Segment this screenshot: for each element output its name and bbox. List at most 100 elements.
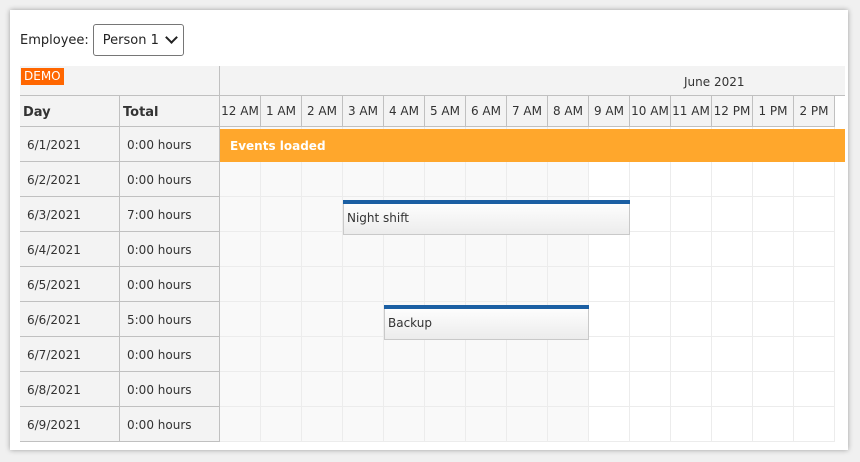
grid-cell[interactable] [302,302,343,337]
grid-cell[interactable] [343,267,384,302]
grid-cell[interactable] [712,232,753,267]
grid-cell[interactable] [712,162,753,197]
grid-cell[interactable] [261,302,302,337]
grid-cell[interactable] [671,337,712,372]
grid-cell[interactable] [507,162,548,197]
grid-cell[interactable] [466,232,507,267]
grid-cell[interactable] [671,232,712,267]
grid-cell[interactable] [343,407,384,442]
grid-cell[interactable] [794,407,835,442]
grid-cell[interactable] [671,372,712,407]
grid-cell[interactable] [753,407,794,442]
grid-cells[interactable] [220,127,845,450]
grid-cell[interactable] [589,337,630,372]
grid-cell[interactable] [343,162,384,197]
grid-cell[interactable] [630,197,671,232]
event-box[interactable]: Backup [384,305,589,340]
grid-cell[interactable] [261,337,302,372]
grid-cell[interactable] [220,337,261,372]
grid-cell[interactable] [466,337,507,372]
grid-cell[interactable] [302,232,343,267]
grid-cell[interactable] [343,337,384,372]
grid-cell[interactable] [753,372,794,407]
grid-cell[interactable] [589,232,630,267]
event-box[interactable]: Night shift [343,200,630,235]
grid-cell[interactable] [384,232,425,267]
grid-cell[interactable] [302,267,343,302]
grid-cell[interactable] [712,267,753,302]
grid-cell[interactable] [589,162,630,197]
grid-cell[interactable] [671,302,712,337]
grid-cell[interactable] [507,337,548,372]
grid-cell[interactable] [220,302,261,337]
grid-cell[interactable] [548,232,589,267]
grid-cell[interactable] [753,337,794,372]
grid-cell[interactable] [630,302,671,337]
grid-cell[interactable] [671,407,712,442]
grid-cell[interactable] [548,337,589,372]
grid-cell[interactable] [466,372,507,407]
grid-cell[interactable] [384,407,425,442]
grid-cell[interactable] [302,162,343,197]
grid-cell[interactable] [261,267,302,302]
grid-cell[interactable] [220,267,261,302]
grid-cell[interactable] [548,372,589,407]
grid-cell[interactable] [589,302,630,337]
grid-cell[interactable] [507,407,548,442]
grid-cell[interactable] [507,267,548,302]
grid-cell[interactable] [630,337,671,372]
grid-cell[interactable] [630,162,671,197]
grid-cell[interactable] [302,197,343,232]
grid-cell[interactable] [794,267,835,302]
grid-cell[interactable] [794,232,835,267]
grid-cell[interactable] [261,197,302,232]
grid-cell[interactable] [630,372,671,407]
grid-cell[interactable] [589,267,630,302]
grid-cell[interactable] [589,407,630,442]
grid-cell[interactable] [220,162,261,197]
grid-cell[interactable] [343,302,384,337]
grid-cell[interactable] [507,232,548,267]
grid-cell[interactable] [712,372,753,407]
grid-cell[interactable] [753,232,794,267]
grid-cell[interactable] [261,372,302,407]
grid-cell[interactable] [712,197,753,232]
grid-cell[interactable] [220,197,261,232]
grid-cell[interactable] [671,267,712,302]
grid-cell[interactable] [425,162,466,197]
grid-cell[interactable] [466,162,507,197]
grid-cell[interactable] [343,372,384,407]
grid-cell[interactable] [302,407,343,442]
grid-cell[interactable] [425,372,466,407]
grid-cell[interactable] [220,232,261,267]
grid-cell[interactable] [712,302,753,337]
grid-cell[interactable] [671,162,712,197]
grid-cell[interactable] [261,232,302,267]
grid-cell[interactable] [794,162,835,197]
grid-cell[interactable] [384,337,425,372]
grid-cell[interactable] [753,197,794,232]
grid-cell[interactable] [712,337,753,372]
grid-cell[interactable] [630,407,671,442]
grid-cell[interactable] [548,267,589,302]
grid-cell[interactable] [753,267,794,302]
grid-cell[interactable] [794,302,835,337]
grid-cell[interactable] [507,372,548,407]
employee-select[interactable]: Person 1 [92,24,184,56]
grid-cell[interactable] [753,162,794,197]
grid-cell[interactable] [384,162,425,197]
grid-cell[interactable] [343,232,384,267]
grid-cell[interactable] [671,197,712,232]
grid-cell[interactable] [589,372,630,407]
grid-cell[interactable] [794,337,835,372]
grid-cell[interactable] [302,337,343,372]
grid-cell[interactable] [466,407,507,442]
grid-cell[interactable] [384,267,425,302]
grid-cell[interactable] [425,407,466,442]
grid-cell[interactable] [220,407,261,442]
grid-cell[interactable] [425,267,466,302]
grid-cell[interactable] [548,162,589,197]
grid-cell[interactable] [261,162,302,197]
grid-cell[interactable] [384,372,425,407]
grid-cell[interactable] [466,267,507,302]
